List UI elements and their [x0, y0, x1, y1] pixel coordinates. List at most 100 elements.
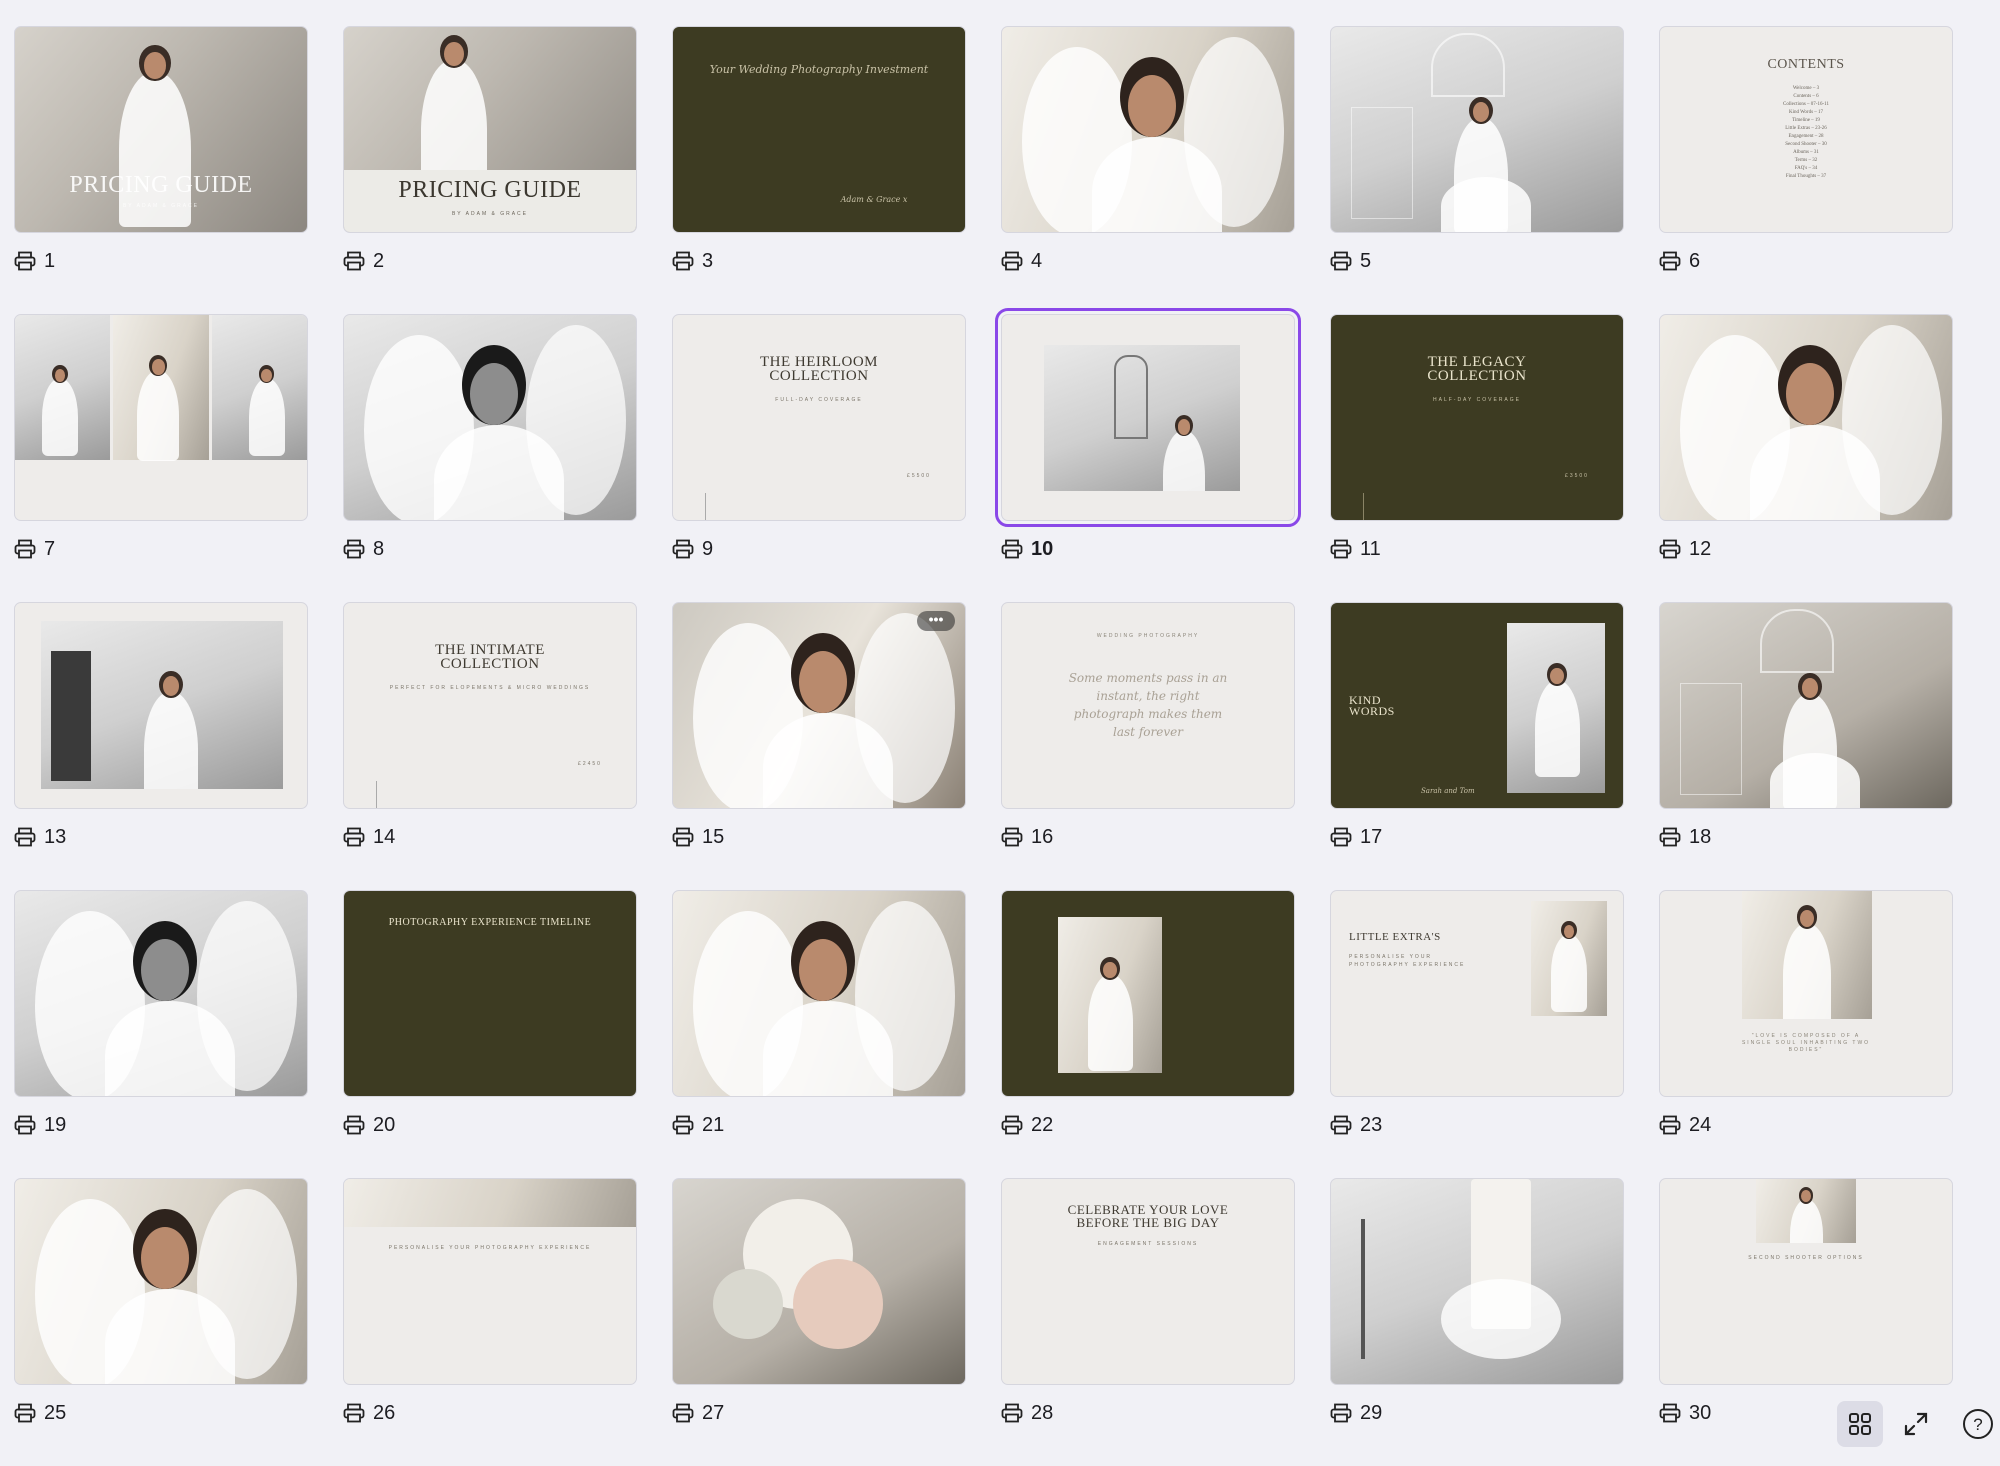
- bride-face: [1177, 419, 1191, 435]
- slide-subtitle: BY ADAM & GRACE: [122, 203, 200, 209]
- page-caption: 3: [672, 248, 713, 274]
- page-number: 8: [373, 537, 385, 560]
- page-preview[interactable]: [1330, 1178, 1624, 1385]
- page-thumbnail-25[interactable]: 25: [14, 1178, 308, 1466]
- grid-view-button[interactable]: [1837, 1401, 1883, 1447]
- printer-icon: [343, 251, 365, 271]
- page-preview[interactable]: [1001, 890, 1295, 1097]
- text-block: [1170, 967, 1270, 1012]
- page-thumbnail-2[interactable]: PRICING GUIDE BY ADAM & GRACE 2: [343, 26, 637, 314]
- bride-face: [144, 52, 166, 79]
- page-preview[interactable]: [14, 890, 308, 1097]
- page-caption: 8: [343, 536, 384, 562]
- page-thumbnail-6[interactable]: CONTENTS Welcome – 3 Contents – 6 Collect…: [1659, 26, 1953, 314]
- bride-face: [261, 368, 273, 382]
- page-preview[interactable]: [1330, 26, 1624, 233]
- page-preview[interactable]: [672, 890, 966, 1097]
- fullscreen-button[interactable]: [1893, 1401, 1939, 1447]
- page-thumbnail-21[interactable]: 21: [672, 890, 966, 1178]
- page-thumbnail-1[interactable]: PRICING GUIDE BY ADAM & GRACE 1: [14, 26, 308, 314]
- page-caption: 10: [1001, 536, 1053, 562]
- page-caption: 16: [1001, 824, 1053, 850]
- bride-face: [1128, 75, 1176, 137]
- page-thumbnail-3[interactable]: Your Wedding Photography Investment Adam …: [672, 26, 966, 314]
- page-thumbnail-28[interactable]: CELEBRATE YOUR LOVE BEFORE THE BIG DAY EN…: [1001, 1178, 1295, 1466]
- portrait-photo: [15, 1179, 307, 1384]
- page-thumbnail-29[interactable]: 29: [1330, 1178, 1624, 1466]
- page-preview[interactable]: CELEBRATE YOUR LOVE BEFORE THE BIG DAY EN…: [1001, 1178, 1295, 1385]
- page-preview[interactable]: "LOVE IS COMPOSED OF A SINGLE SOUL INHAB…: [1659, 890, 1953, 1097]
- page-preview[interactable]: PHOTOGRAPHY EXPERIENCE TIMELINE: [343, 890, 637, 1097]
- page-preview[interactable]: •••: [672, 602, 966, 809]
- page-preview[interactable]: LITTLE EXTRA'S PERSONALISE YOUR PHOTOGRAP…: [1330, 890, 1624, 1097]
- page-preview[interactable]: [343, 314, 637, 521]
- page-thumbnail-17[interactable]: KIND WORDS Sarah and Tom 17: [1330, 602, 1624, 890]
- portrait-photo: [15, 891, 307, 1096]
- page-more-options-button[interactable]: •••: [917, 611, 955, 631]
- help-button[interactable]: ?: [1955, 1401, 2000, 1447]
- page-thumbnail-27[interactable]: 27: [672, 1178, 966, 1466]
- page-thumbnail-5[interactable]: 5: [1330, 26, 1624, 314]
- page-caption: 23: [1330, 1112, 1382, 1138]
- page-thumbnail-19[interactable]: 19: [14, 890, 308, 1178]
- page-preview[interactable]: SECOND SHOOTER OPTIONS: [1659, 1178, 1953, 1385]
- page-preview[interactable]: THE HEIRLOOM COLLECTION FULL-DAY COVERAGE…: [672, 314, 966, 521]
- printer-icon: [1330, 827, 1352, 847]
- slide-title: THE LEGACY COLLECTION: [1427, 354, 1527, 384]
- page-preview[interactable]: PRICING GUIDE BY ADAM & GRACE: [343, 26, 637, 233]
- slide-title: CELEBRATE YOUR LOVE BEFORE THE BIG DAY: [1067, 1202, 1229, 1230]
- page-preview[interactable]: WEDDING PHOTOGRAPHY Some moments pass in …: [1001, 602, 1295, 809]
- printer-icon: [1330, 1115, 1352, 1135]
- page-thumbnail-13[interactable]: 13: [14, 602, 308, 890]
- printer-icon: [1001, 539, 1023, 559]
- page-thumbnail-14[interactable]: THE INTIMATE COLLECTION PERFECT FOR ELOPE…: [343, 602, 637, 890]
- page-preview[interactable]: KIND WORDS Sarah and Tom: [1330, 602, 1624, 809]
- page-preview[interactable]: [1659, 314, 1953, 521]
- slide-title: LITTLE EXTRA'S: [1349, 931, 1441, 943]
- page-preview[interactable]: [14, 602, 308, 809]
- page-thumbnail-24[interactable]: "LOVE IS COMPOSED OF A SINGLE SOUL INHAB…: [1659, 890, 1953, 1178]
- cake-photo: [1331, 1179, 1623, 1384]
- page-caption: 18: [1659, 824, 1711, 850]
- page-caption: 28: [1001, 1400, 1053, 1426]
- page-preview[interactable]: Your Wedding Photography Investment Adam …: [672, 26, 966, 233]
- page-thumbnail-9[interactable]: THE HEIRLOOM COLLECTION FULL-DAY COVERAGE…: [672, 314, 966, 602]
- printer-icon: [672, 827, 694, 847]
- page-thumbnail-15[interactable]: ••• 15: [672, 602, 966, 890]
- page-preview[interactable]: [14, 314, 308, 521]
- contents-list: Welcome – 3 Contents – 6 Collections – 0…: [1783, 86, 1829, 179]
- page-thumbnail-16[interactable]: WEDDING PHOTOGRAPHY Some moments pass in …: [1001, 602, 1295, 890]
- slide-title: PRICING GUIDE: [69, 172, 253, 198]
- page-number: 13: [44, 825, 67, 848]
- page-preview[interactable]: THE LEGACY COLLECTION HALF-DAY COVERAGE £3…: [1330, 314, 1624, 521]
- dress-train: [1770, 753, 1860, 808]
- page-preview[interactable]: [672, 1178, 966, 1385]
- page-thumbnail-11[interactable]: THE LEGACY COLLECTION HALF-DAY COVERAGE £3…: [1330, 314, 1624, 602]
- page-preview[interactable]: PERSONALISE YOUR PHOTOGRAPHY EXPERIENCE: [343, 1178, 637, 1385]
- slide-script-heading: Your Wedding Photography Investment: [709, 63, 929, 76]
- page-thumbnail-18[interactable]: 18: [1659, 602, 1953, 890]
- page-preview[interactable]: [1659, 602, 1953, 809]
- page-thumbnail-12[interactable]: 12: [1659, 314, 1953, 602]
- help-label: ?: [1973, 1415, 1982, 1434]
- printer-icon: [1001, 1115, 1023, 1135]
- page-preview[interactable]: [14, 1178, 308, 1385]
- page-caption: 4: [1001, 248, 1042, 274]
- page-thumbnail-4[interactable]: 4: [1001, 26, 1295, 314]
- page-thumbnail-26[interactable]: PERSONALISE YOUR PHOTOGRAPHY EXPERIENCE 2…: [343, 1178, 637, 1466]
- page-preview[interactable]: THE INTIMATE COLLECTION PERFECT FOR ELOPE…: [343, 602, 637, 809]
- text-block: [1716, 1271, 1898, 1341]
- slide-subtitle: PERSONALISE YOUR PHOTOGRAPHY EXPERIENCE: [1349, 954, 1466, 968]
- page-thumbnail-10[interactable]: 10: [995, 308, 1301, 602]
- bride-face: [444, 41, 464, 66]
- page-thumbnail-20[interactable]: PHOTOGRAPHY EXPERIENCE TIMELINE 20: [343, 890, 637, 1178]
- page-thumbnail-23[interactable]: LITTLE EXTRA'S PERSONALISE YOUR PHOTOGRAP…: [1330, 890, 1624, 1178]
- page-preview[interactable]: [995, 308, 1301, 527]
- page-preview[interactable]: [1001, 26, 1295, 233]
- page-thumbnail-8[interactable]: 8: [343, 314, 637, 602]
- printer-icon: [343, 1403, 365, 1423]
- page-thumbnail-22[interactable]: 22: [1001, 890, 1295, 1178]
- page-preview[interactable]: CONTENTS Welcome – 3 Contents – 6 Collect…: [1659, 26, 1953, 233]
- page-thumbnail-7[interactable]: 7: [14, 314, 308, 602]
- page-preview[interactable]: PRICING GUIDE BY ADAM & GRACE: [14, 26, 308, 233]
